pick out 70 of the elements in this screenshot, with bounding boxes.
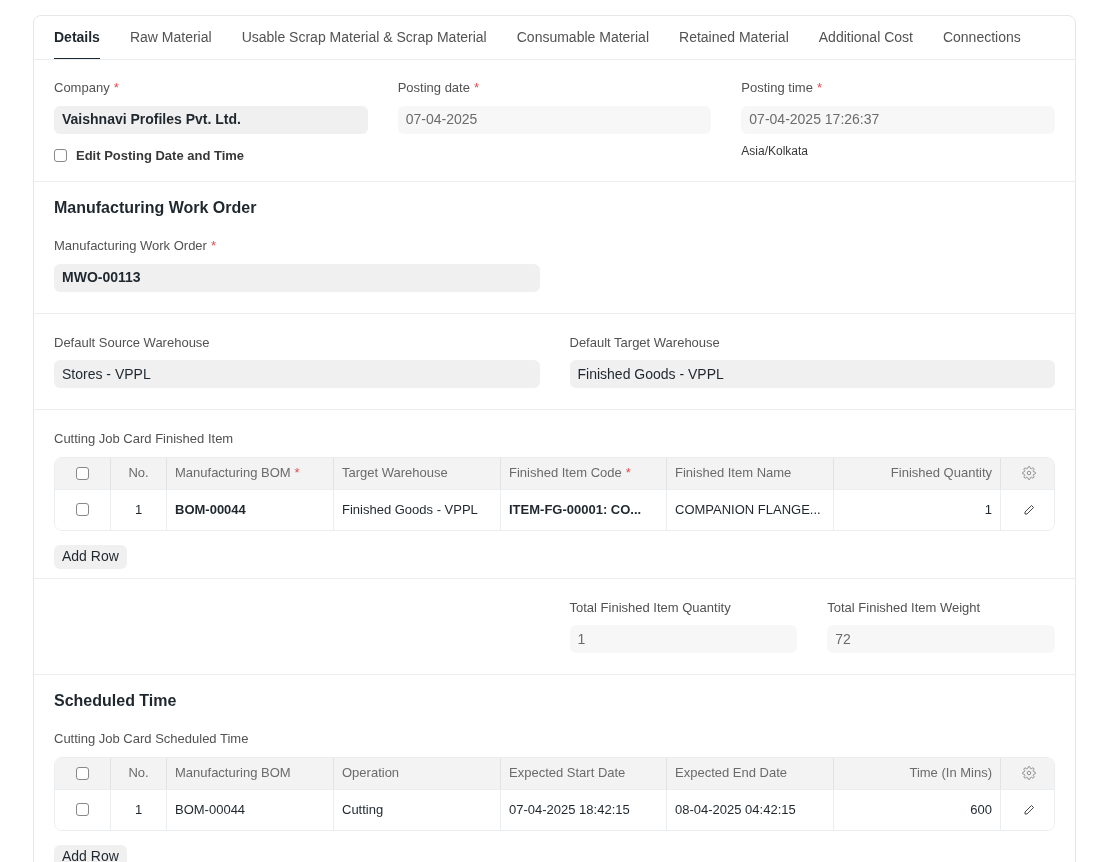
input-field[interactable]: MWO-00113: [54, 263, 540, 292]
timezone-text: Asia/Kolkata: [741, 142, 810, 160]
input-field[interactable]: Finished Goods - VPPL: [569, 360, 1055, 388]
required-mark: *: [210, 237, 216, 255]
required-mark: *: [473, 79, 479, 97]
table-cell: BOM-00044: [167, 489, 334, 530]
input-field: 1: [569, 625, 798, 653]
field-label: Total Finished Item Quantity: [569, 598, 731, 617]
edit-icon[interactable]: [1023, 503, 1035, 516]
checkbox[interactable]: [76, 503, 89, 516]
field-label: Default Source Warehouse: [54, 333, 210, 352]
field-label: Company: [54, 79, 110, 97]
checkbox[interactable]: [76, 803, 89, 816]
column-header: Time (In Mins): [834, 757, 1001, 789]
tab[interactable]: Connections: [942, 16, 1021, 59]
required-mark: *: [625, 464, 631, 483]
table-cell: 1: [834, 489, 1001, 530]
table-cell: 600: [834, 789, 1001, 830]
add-row-button[interactable]: Add Row: [54, 544, 127, 569]
input-field: 72: [827, 625, 1055, 653]
table-cell: ITEM-FG-00001: CO...: [501, 489, 667, 530]
tab[interactable]: Raw Material: [129, 16, 212, 59]
column-header: Manufacturing BOM *: [167, 457, 334, 489]
checkbox[interactable]: [76, 766, 89, 780]
input-field[interactable]: Stores - VPPL: [54, 360, 540, 388]
tab[interactable]: Retained Material: [679, 16, 789, 59]
checkbox[interactable]: [76, 466, 89, 480]
input-field: 07-04-2025: [397, 105, 712, 134]
column-header: No.: [111, 457, 167, 489]
required-mark: *: [816, 79, 822, 97]
input-field[interactable]: Vaishnavi Profiles Pvt. Ltd.: [54, 105, 368, 134]
table-cell: 08-04-2025 04:42:15: [667, 789, 834, 830]
table-cell: Finished Goods - VPPL: [334, 489, 501, 530]
required-mark: *: [294, 464, 300, 483]
checkbox-label: Edit Posting Date and Time: [76, 146, 245, 165]
field-label: Manufacturing Work Order: [54, 237, 207, 255]
field-label: Default Target Warehouse: [569, 333, 720, 352]
tab[interactable]: Details: [54, 16, 100, 59]
column-header: Finished Item Name: [667, 457, 834, 489]
add-row-button[interactable]: Add Row: [54, 844, 127, 862]
table-cell: 07-04-2025 18:42:15: [501, 789, 667, 830]
input-field: 07-04-2025 17:26:37: [741, 105, 1055, 134]
tab[interactable]: Usable Scrap Material & Scrap Material: [241, 16, 487, 59]
tab[interactable]: Consumable Material: [516, 16, 650, 59]
settings-icon[interactable]: [1022, 766, 1036, 780]
field-label: Total Finished Item Weight: [827, 598, 981, 617]
table-cell: BOM-00044: [167, 789, 334, 830]
table-cell: 1: [111, 789, 167, 830]
field-label: Cutting Job Card Scheduled Time: [54, 730, 249, 748]
column-header: Manufacturing BOM: [167, 757, 334, 789]
tab[interactable]: Additional Cost: [818, 16, 913, 59]
checkbox[interactable]: [54, 148, 67, 162]
required-mark: *: [113, 79, 119, 97]
column-header: No.: [111, 757, 167, 789]
field-label: Posting date: [397, 79, 470, 97]
section-title: Scheduled Time: [54, 691, 178, 711]
column-header: Expected Start Date: [501, 757, 667, 789]
column-header: Finished Quantity: [834, 457, 1001, 489]
column-header: Expected End Date: [667, 757, 834, 789]
settings-icon[interactable]: [1022, 466, 1036, 480]
table-cell: 1: [111, 489, 167, 530]
field-label: Posting time: [741, 79, 813, 97]
section-title: Manufacturing Work Order: [54, 198, 258, 218]
column-header: Finished Item Code *: [501, 457, 667, 489]
edit-icon[interactable]: [1023, 803, 1035, 816]
column-header: Target Warehouse: [334, 457, 501, 489]
table-cell: Cutting: [334, 789, 501, 830]
table-cell: COMPANION FLANGE...: [667, 489, 834, 530]
column-header: Operation: [334, 757, 501, 789]
field-label: Cutting Job Card Finished Item: [54, 430, 234, 448]
